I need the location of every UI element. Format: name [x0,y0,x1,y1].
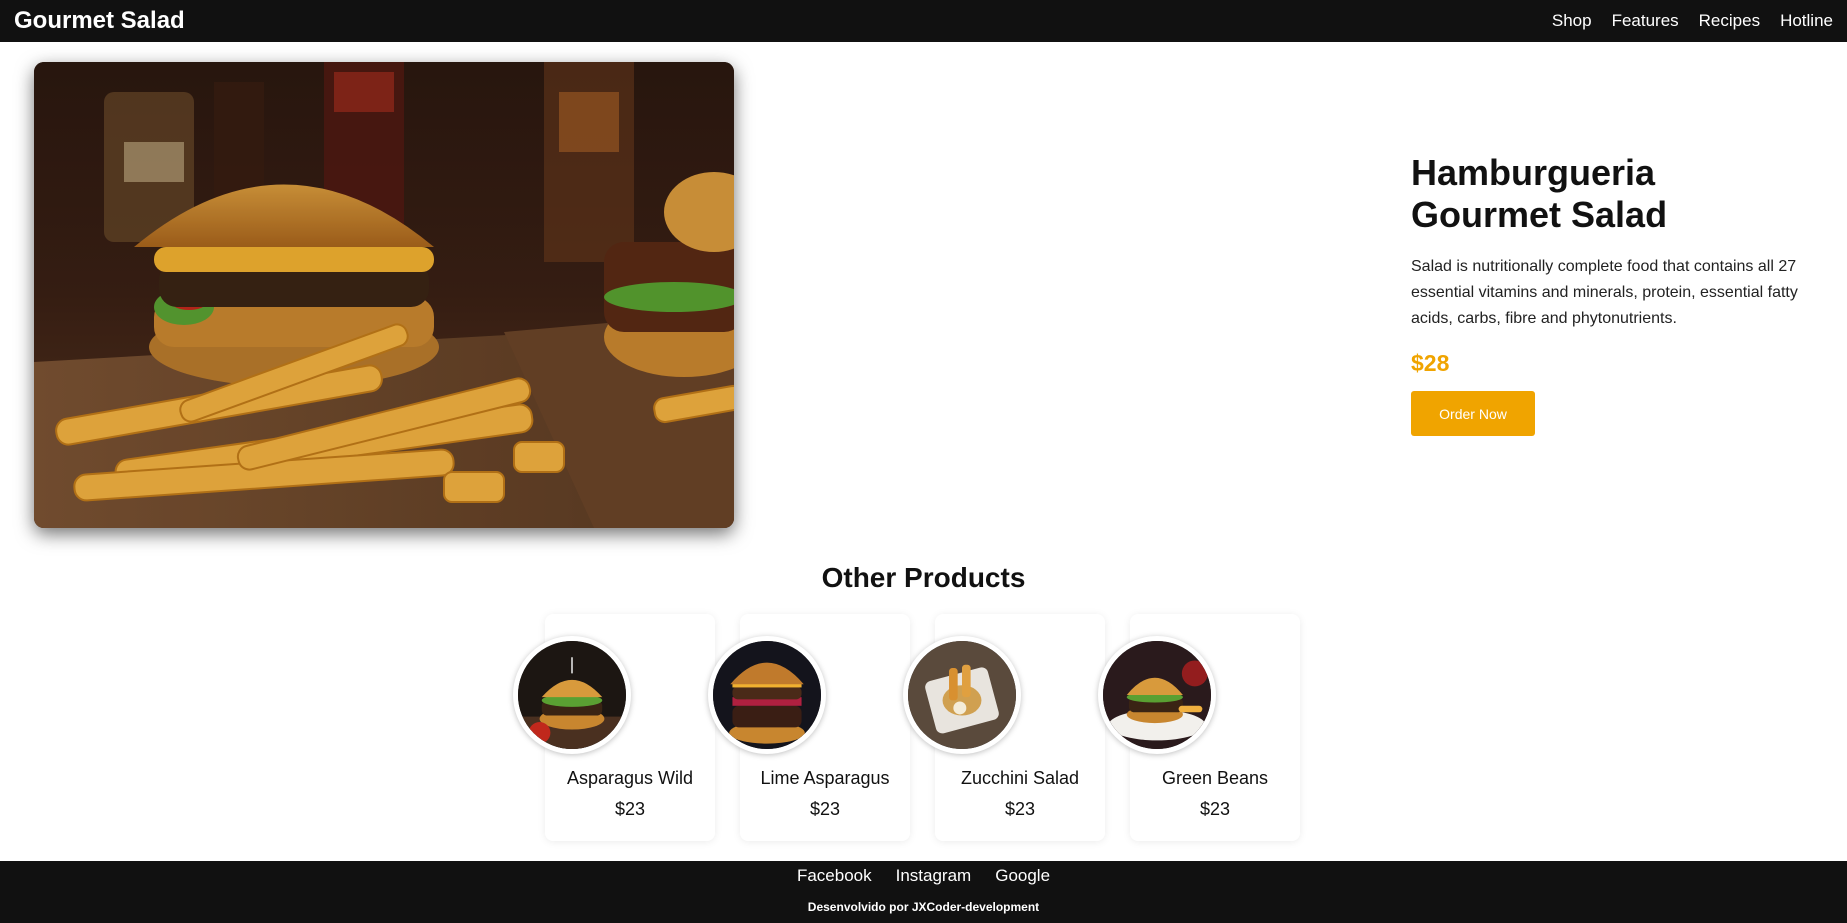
nav-link-recipes[interactable]: Recipes [1699,11,1760,31]
order-now-button[interactable]: Order Now [1411,391,1535,436]
product-image [1098,636,1216,754]
product-name: Green Beans [1161,768,1269,788]
product-name: Zucchini Salad [960,768,1080,788]
footer: Facebook Instagram Google Desenvolvido p… [0,861,1847,923]
product-card-zucchini-salad[interactable]: Zucchini Salad $23 [903,614,1105,841]
product-image [708,636,826,754]
product-name: Lime Asparagus [760,768,890,788]
other-products-title: Other Products [821,562,1026,593]
hero-title: Hamburgueria Gourmet Salad [1411,152,1811,236]
nav-links: Shop Features Recipes Hotline [1552,11,1833,31]
nav-link-shop[interactable]: Shop [1552,11,1592,31]
nav-link-features[interactable]: Features [1612,11,1679,31]
product-name: Asparagus Wild [566,768,694,788]
footer-link-google[interactable]: Google [995,866,1050,886]
product-list: Asparagus Wild $23 Lime Asparagus $23 Zu… [513,614,1300,841]
product-price: $23 [809,799,841,819]
product-image [903,636,1021,754]
product-price: $23 [1199,799,1231,819]
hero-burger-image [34,62,734,528]
hero-description: Salad is nutritionally complete food tha… [1411,258,1798,327]
product-card-lime-asparagus[interactable]: Lime Asparagus $23 [708,614,910,841]
product-price: $23 [614,799,646,819]
product-price: $23 [1004,799,1036,819]
product-card-asparagus-wild[interactable]: Asparagus Wild $23 [513,614,715,841]
footer-credit: Desenvolvido por JXCoder-development [807,900,1040,914]
product-card-green-beans[interactable]: Green Beans $23 [1098,614,1300,841]
hero-title-line2: Gourmet Salad [1411,194,1668,235]
top-navbar: Gourmet Salad Shop Features Recipes Hotl… [0,0,1847,42]
social-links: Facebook Instagram Google [0,861,1847,886]
product-image [513,636,631,754]
nav-link-hotline[interactable]: Hotline [1780,11,1833,31]
hero-price: $28 [1411,350,1450,376]
footer-link-instagram[interactable]: Instagram [896,866,972,886]
hero-title-line1: Hamburgueria [1411,152,1656,193]
footer-link-facebook[interactable]: Facebook [797,866,872,886]
hero-info: Hamburgueria Gourmet Salad Salad is nutr… [1411,152,1811,436]
brand-logo[interactable]: Gourmet Salad [14,7,185,35]
